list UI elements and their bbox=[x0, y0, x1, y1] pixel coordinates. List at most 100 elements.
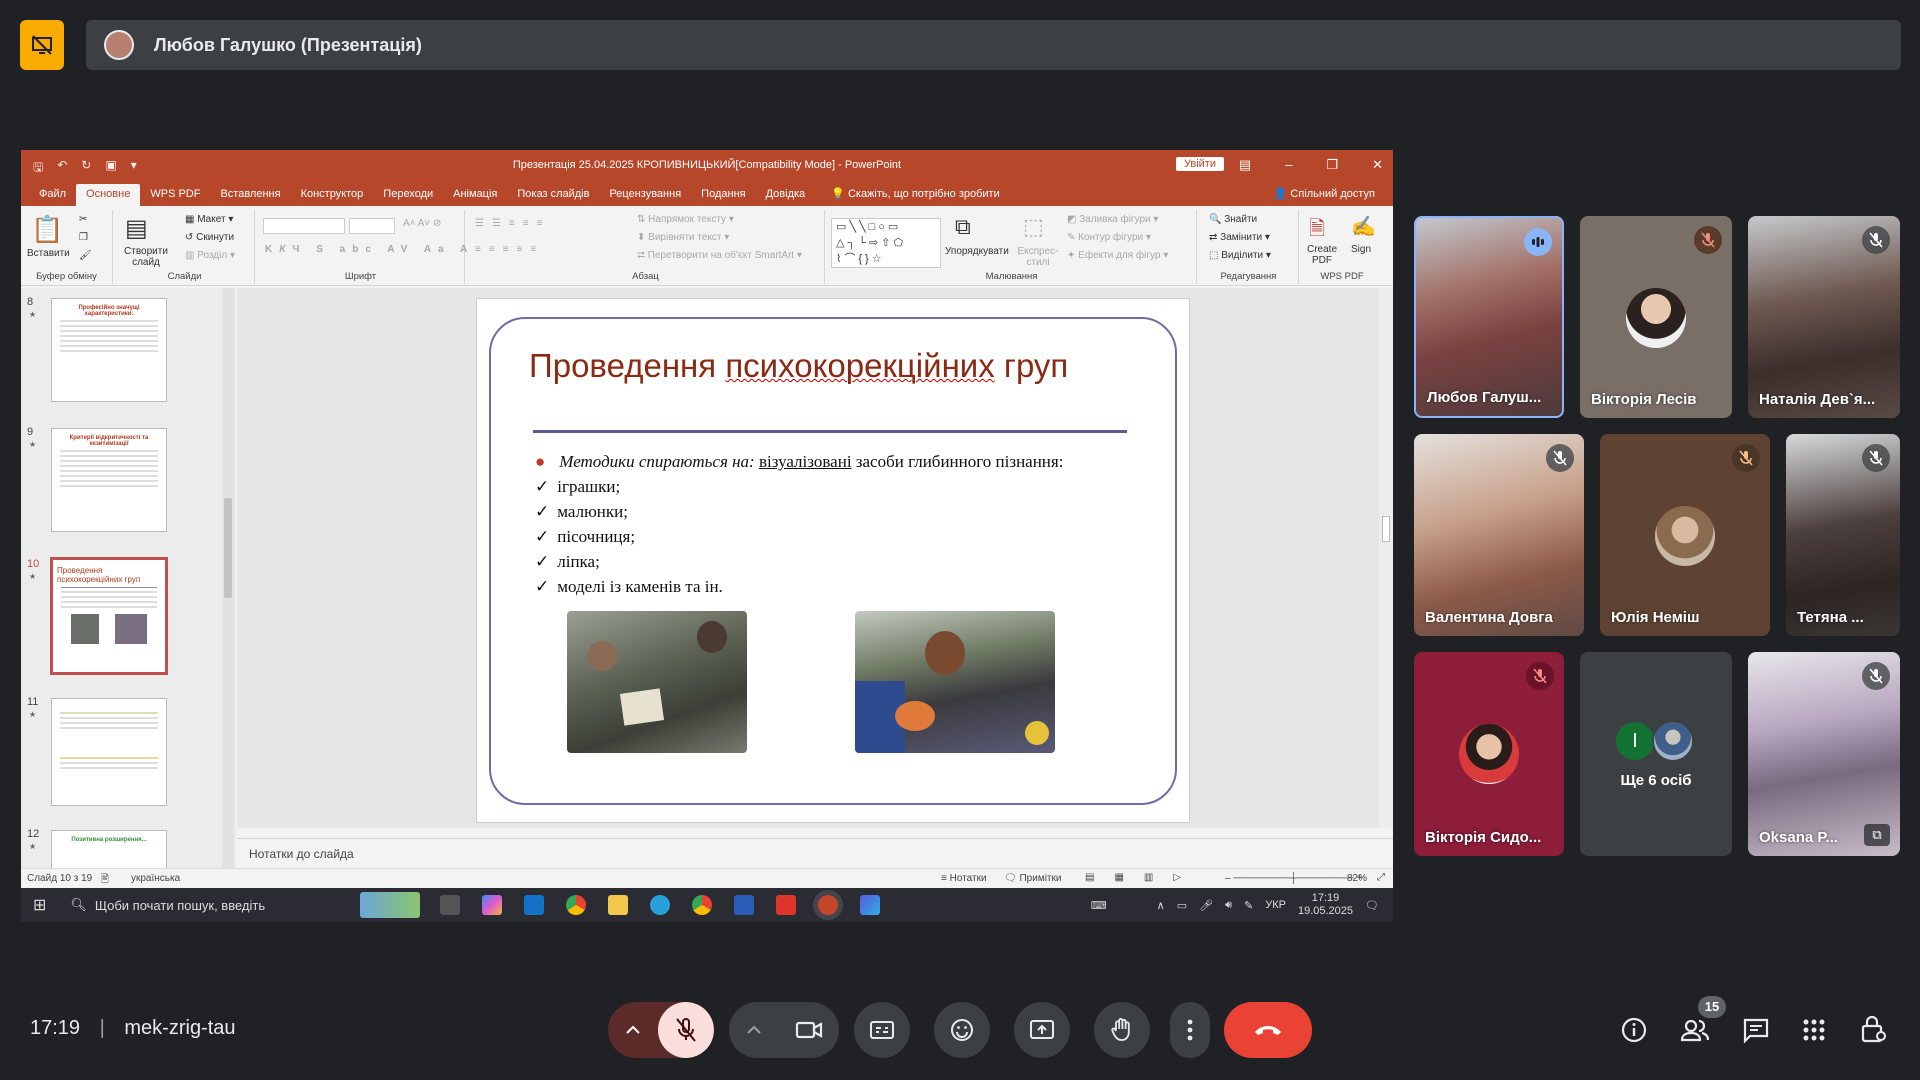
tab-insert[interactable]: Вставлення bbox=[210, 184, 290, 206]
slide-thumbnail-10[interactable]: Проведення психокорекційних груп bbox=[51, 558, 167, 674]
input-language[interactable]: УКР bbox=[1265, 899, 1286, 911]
reactions-button[interactable] bbox=[934, 1002, 990, 1058]
more-options-button[interactable] bbox=[1170, 1002, 1210, 1058]
copy-icon[interactable]: ❐ bbox=[79, 232, 88, 243]
close-icon[interactable]: ✕ bbox=[1372, 157, 1383, 173]
meeting-info-button[interactable] bbox=[1620, 1016, 1648, 1049]
microphone-tray-icon[interactable]: 🎤︎ bbox=[1199, 899, 1213, 912]
quick-styles-icon[interactable]: ⬚ bbox=[1023, 214, 1044, 240]
tab-review[interactable]: Рецензування bbox=[599, 184, 691, 206]
grow-font-icon[interactable]: A˄ A˅ ⊘ bbox=[403, 218, 441, 229]
align-buttons[interactable]: ≡≡≡≡≡ bbox=[475, 244, 544, 255]
taskbar-search[interactable]: 🔍︎ Щоби почати пошук, введіть bbox=[70, 897, 360, 913]
sign-icon[interactable]: ✍ bbox=[1351, 214, 1376, 239]
sign-button[interactable]: Sign bbox=[1351, 244, 1371, 255]
reset-button[interactable]: ↺ Скинути bbox=[185, 232, 234, 243]
notifications-icon[interactable]: 🗨 bbox=[1365, 899, 1379, 912]
participant-tile[interactable]: Валентина Довга bbox=[1414, 434, 1584, 636]
participant-tile[interactable]: Oksana P... ⧉ bbox=[1748, 652, 1900, 856]
paste-button[interactable]: Вставити bbox=[27, 248, 70, 259]
comments-toggle[interactable]: 🗨 Примітки bbox=[1004, 873, 1061, 884]
arrange-button[interactable]: Упорядкувати bbox=[945, 246, 1009, 257]
participant-tile[interactable]: Наталія Дев`я... bbox=[1748, 216, 1900, 418]
font-name-field[interactable] bbox=[263, 218, 345, 234]
slide-thumbnail-8[interactable]: Професійно значущі характеристики: bbox=[51, 298, 167, 402]
shape-outline-button[interactable]: ✎ Контур фігури ▾ bbox=[1067, 232, 1151, 243]
camera-options-button[interactable] bbox=[729, 1002, 779, 1058]
tab-home[interactable]: Основне bbox=[76, 184, 141, 206]
align-text-button[interactable]: ⬍ Вирівняти текст ▾ bbox=[637, 232, 729, 243]
participant-tile[interactable]: Юлія Неміш bbox=[1600, 434, 1770, 636]
shapes-gallery[interactable]: ▭╲╲□○▭ △┐└⇨⇧⬠ ⌇⌒{}☆ bbox=[831, 218, 941, 268]
tab-wps-pdf[interactable]: WPS PDF bbox=[140, 184, 210, 206]
signin-button[interactable]: Увійти bbox=[1176, 157, 1224, 171]
shape-effects-button[interactable]: ✦ Ефекти для фігур ▾ bbox=[1067, 250, 1168, 261]
arrange-icon[interactable]: ⧉ bbox=[955, 214, 971, 240]
layout-button[interactable]: ▦ Макет ▾ bbox=[185, 214, 233, 225]
format-painter-icon[interactable]: 🖌 bbox=[79, 250, 92, 261]
font-format-buttons[interactable]: KКЧ S abc AV Aa A bbox=[265, 244, 474, 255]
slide-photo-toys[interactable] bbox=[855, 611, 1055, 753]
activities-button[interactable] bbox=[1802, 1018, 1826, 1047]
raise-hand-button[interactable] bbox=[1094, 1002, 1150, 1058]
slide-body-text[interactable]: ● Методики спираються на: візуалізовані з… bbox=[535, 449, 1063, 599]
taskbar-clock[interactable]: 17:19 19.05.2025 bbox=[1298, 892, 1353, 918]
picture-in-picture-icon[interactable]: ⧉ bbox=[1864, 824, 1890, 846]
tab-transitions[interactable]: Переходи bbox=[373, 184, 443, 206]
word-icon[interactable] bbox=[734, 895, 755, 915]
thumbnails-scrollbar[interactable] bbox=[222, 288, 234, 868]
participant-tile[interactable]: Любов Галуш... bbox=[1414, 216, 1564, 418]
participant-tile[interactable]: Тетяна ... bbox=[1786, 434, 1900, 636]
section-button[interactable]: ▥ Розділ ▾ bbox=[185, 250, 235, 261]
task-view-icon[interactable] bbox=[440, 895, 461, 915]
cut-icon[interactable]: ✂ bbox=[79, 214, 87, 225]
create-pdf-button[interactable]: Create PDF bbox=[1305, 244, 1339, 266]
restore-icon[interactable]: ❐ bbox=[1326, 157, 1338, 173]
mic-toggle-button[interactable] bbox=[658, 1002, 714, 1058]
ribbon-display-icon[interactable]: ▤ bbox=[1239, 157, 1251, 173]
convert-smartart-button[interactable]: ⮂ Перетворити на об'єкт SmartArt ▾ bbox=[637, 250, 802, 261]
zoom-level[interactable]: 82% bbox=[1347, 873, 1367, 884]
leave-call-button[interactable] bbox=[1224, 1002, 1312, 1058]
people-button[interactable]: 15 bbox=[1680, 996, 1726, 1049]
others-tile[interactable]: І Ще 6 осіб bbox=[1580, 652, 1732, 856]
stop-presenting-button[interactable] bbox=[20, 20, 64, 70]
slide-title[interactable]: Проведення психокорекційних груп bbox=[529, 347, 1068, 385]
wps-icon[interactable] bbox=[776, 895, 797, 915]
font-size-field[interactable] bbox=[349, 218, 395, 234]
notes-pane[interactable]: Нотатки до слайда bbox=[237, 838, 1393, 868]
share-button[interactable]: 👤 Спільний доступ bbox=[1256, 183, 1393, 206]
slide-thumbnail-11[interactable] bbox=[51, 698, 167, 806]
minimize-icon[interactable]: – bbox=[1285, 157, 1292, 173]
mic-options-button[interactable] bbox=[608, 1002, 658, 1058]
powerpoint-icon[interactable] bbox=[818, 895, 839, 915]
pen-icon[interactable]: ✎ bbox=[1244, 899, 1253, 912]
host-controls-button[interactable] bbox=[1860, 1014, 1888, 1049]
windows-start-icon[interactable]: ⊞ bbox=[33, 895, 46, 915]
present-now-button[interactable] bbox=[1014, 1002, 1070, 1058]
captions-button[interactable] bbox=[854, 1002, 910, 1058]
camera-toggle-button[interactable] bbox=[779, 1002, 839, 1058]
keyboard-icon[interactable]: ⌨ bbox=[1091, 899, 1107, 912]
tab-file[interactable]: Файл bbox=[29, 184, 76, 206]
new-slide-button[interactable]: Створити слайд bbox=[121, 246, 171, 268]
language-indicator[interactable]: українська bbox=[131, 873, 180, 884]
telegram-icon[interactable] bbox=[650, 895, 671, 915]
select-button[interactable]: ⬚ Виділити ▾ bbox=[1209, 250, 1271, 261]
outlook-icon[interactable] bbox=[524, 895, 545, 915]
paste-icon[interactable]: 📋 bbox=[31, 214, 63, 245]
tab-help[interactable]: Довідка bbox=[756, 184, 816, 206]
slide-thumbnail-9[interactable]: Критерії відкритичності та екзитимізації bbox=[51, 428, 167, 532]
slide-thumbnail-12[interactable]: Позитивна розширення... bbox=[51, 830, 167, 870]
chrome-icon[interactable] bbox=[566, 895, 587, 915]
slide-photo-group-session[interactable] bbox=[567, 611, 747, 753]
fit-slide-icon[interactable]: ⤢ bbox=[1377, 872, 1385, 883]
notes-toggle[interactable]: ≡ Нотатки bbox=[941, 873, 987, 884]
zoom-slider[interactable]: – ────────┼──────── + bbox=[1225, 873, 1362, 884]
chevron-up-icon[interactable]: ∧ bbox=[1157, 899, 1165, 912]
chat-button[interactable] bbox=[1742, 1016, 1770, 1049]
shape-fill-button[interactable]: ◩ Заливка фігури ▾ bbox=[1067, 214, 1158, 225]
new-slide-icon[interactable]: ▤ bbox=[125, 214, 148, 243]
tab-slideshow[interactable]: Показ слайдів bbox=[507, 184, 599, 206]
find-button[interactable]: 🔍 Знайти bbox=[1209, 214, 1257, 225]
